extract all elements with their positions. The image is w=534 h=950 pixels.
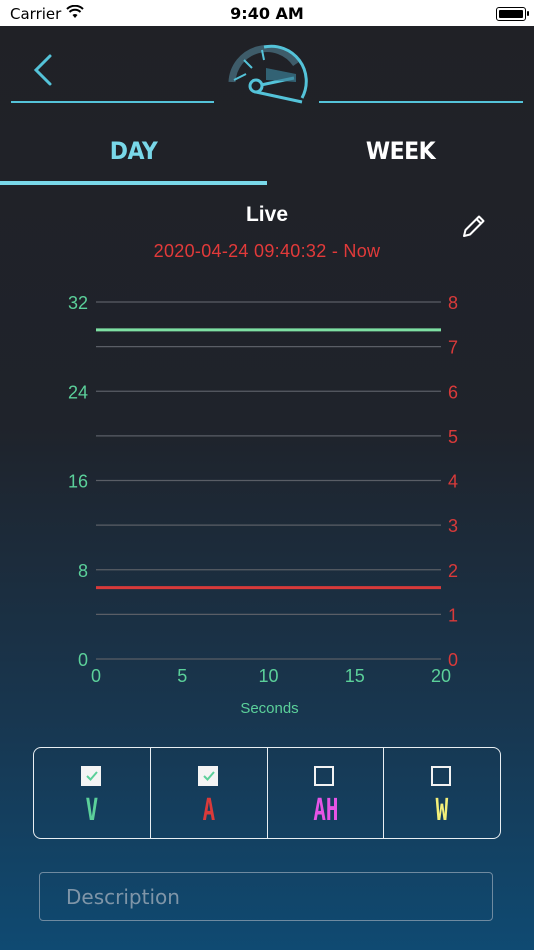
x-tick-label: 15: [345, 666, 365, 686]
measure-label: V: [85, 793, 99, 829]
tab-day[interactable]: DAY: [0, 138, 267, 182]
x-tick-label: 20: [431, 666, 451, 686]
x-axis-label: Seconds: [240, 700, 298, 717]
y-right-tick-label: 5: [448, 427, 458, 447]
live-title: Live: [245, 203, 289, 226]
tab-indicator: [0, 181, 267, 185]
y-right-tick-label: 7: [448, 338, 458, 358]
y-right-tick-label: 8: [448, 293, 458, 313]
checkbox-checked-icon[interactable]: [80, 766, 101, 786]
checkbox-empty-icon[interactable]: [431, 766, 452, 786]
checkbox-empty-icon[interactable]: [314, 766, 335, 786]
checkbox-checked-icon[interactable]: [197, 766, 218, 786]
y-left-tick-label: 32: [68, 293, 88, 313]
measure-toggle-v[interactable]: V: [34, 748, 151, 838]
chevron-left-icon[interactable]: [30, 52, 56, 88]
x-tick-label: 10: [258, 666, 278, 686]
y-right-tick-label: 2: [448, 561, 458, 581]
y-left-tick-label: 8: [78, 561, 88, 581]
checkmark-icon: [86, 771, 98, 781]
description-input[interactable]: [39, 872, 493, 921]
measure-toggle-group: V A AH W: [33, 747, 501, 839]
clock: 9:40 AM: [230, 4, 304, 23]
measure-label: W: [435, 793, 449, 829]
live-chart: 081624320123456780 5 10 15 20Seconds: [68, 293, 458, 717]
y-right-tick-label: 1: [448, 605, 458, 625]
y-left-tick-label: 0: [78, 650, 88, 670]
y-left-tick-label: 24: [68, 382, 88, 402]
measure-toggle-a[interactable]: A: [151, 748, 268, 838]
y-left-tick-label: 16: [68, 472, 88, 492]
header-divider-left: [11, 101, 214, 103]
y-right-tick-label: 3: [448, 516, 458, 536]
measure-toggle-ah[interactable]: AH: [268, 748, 385, 838]
measure-label: A: [202, 793, 215, 829]
measure-label: AH: [312, 793, 338, 829]
pencil-icon[interactable]: [460, 212, 488, 240]
speedometer-icon: [228, 44, 308, 104]
y-right-tick-label: 6: [448, 382, 458, 402]
x-tick-label: 0: [91, 666, 101, 686]
header-divider-right: [319, 101, 523, 103]
x-tick-label: 5: [177, 666, 187, 686]
y-right-tick-label: 4: [448, 472, 458, 492]
status-bar: Carrier 9:40 AM: [0, 0, 534, 26]
battery-icon: [496, 7, 529, 21]
checkmark-icon: [202, 771, 215, 781]
measure-toggle-w[interactable]: W: [384, 748, 500, 838]
tab-week[interactable]: WEEK: [267, 138, 534, 182]
date-range: 2020-04-24 09:40:32 - Now: [153, 241, 381, 261]
